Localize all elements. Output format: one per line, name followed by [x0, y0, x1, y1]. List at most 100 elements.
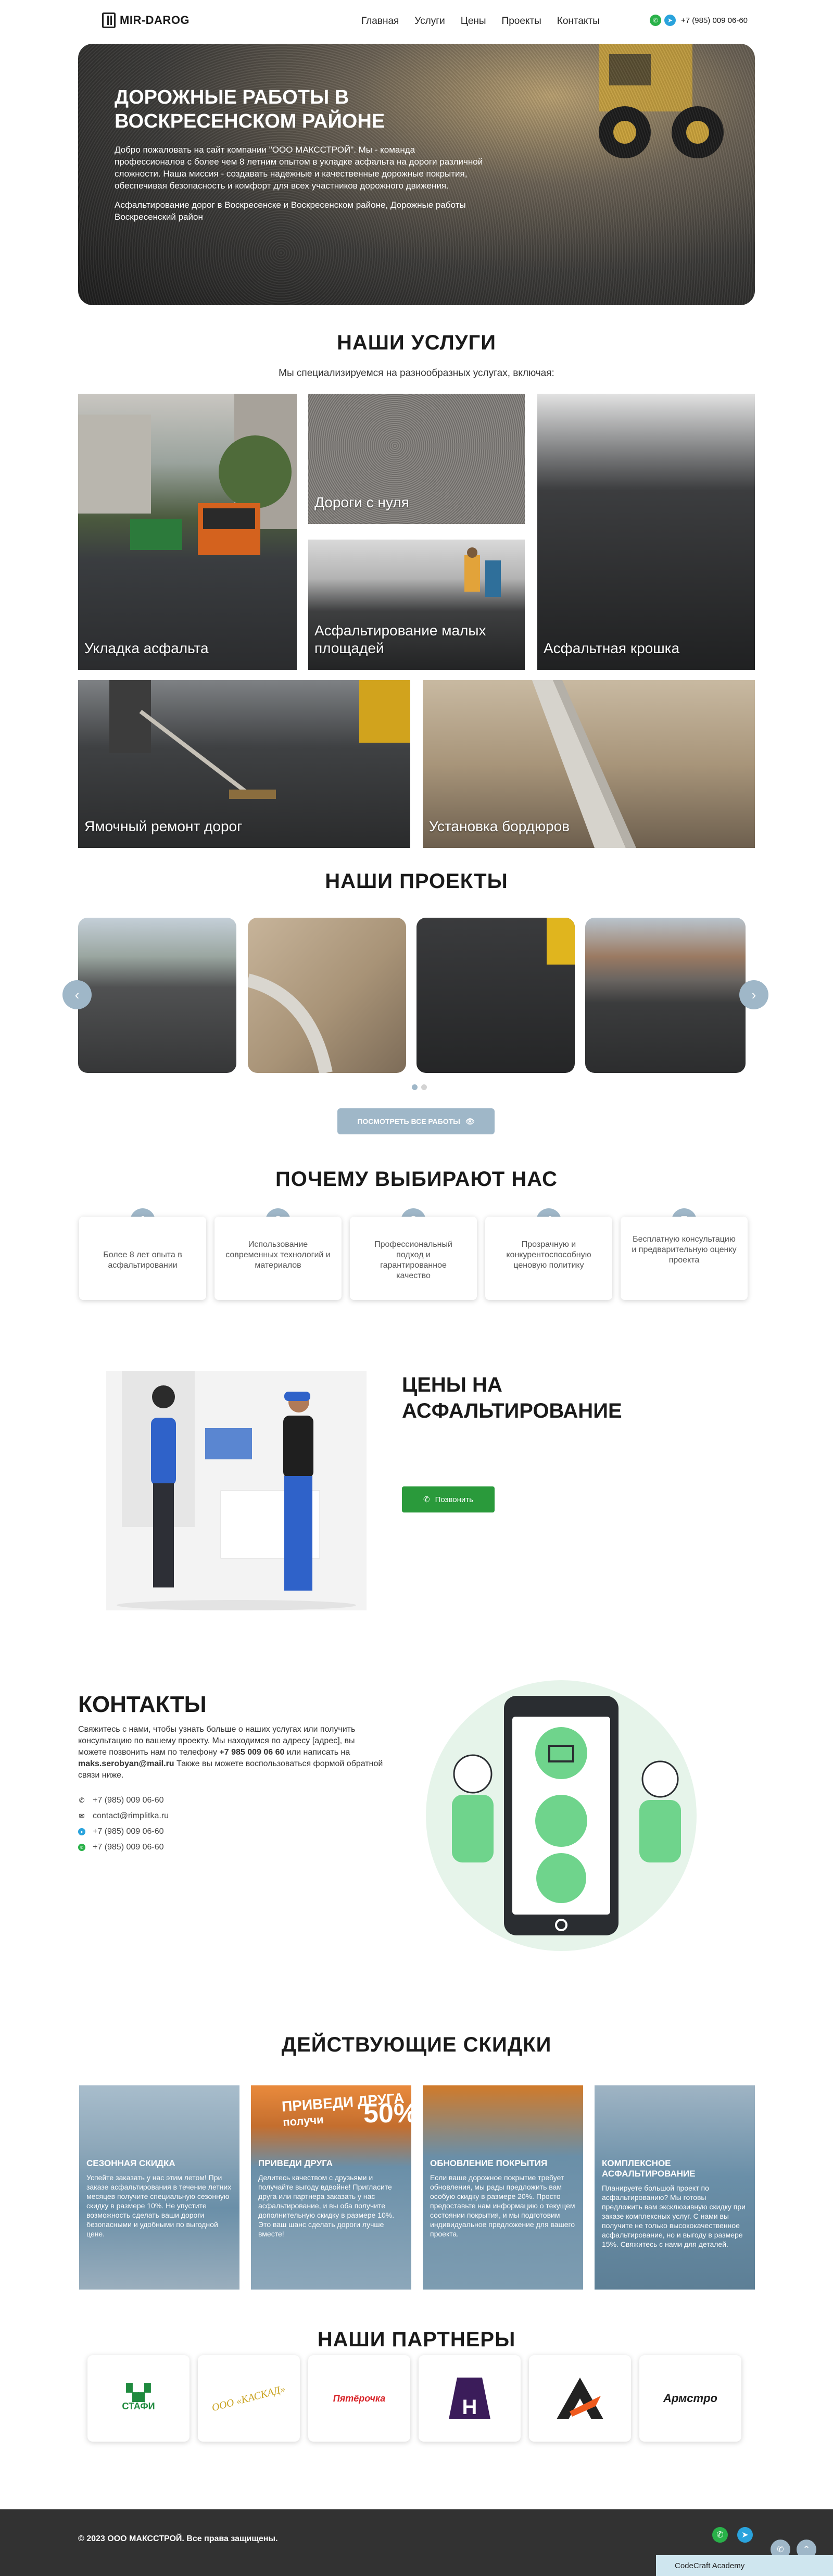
header-phone[interactable]: +7 (985) 009 06-60 [681, 16, 748, 25]
carousel-dot-active[interactable] [412, 1084, 418, 1090]
copyright-rights: Все права защищены. [186, 2534, 278, 2543]
why-text: Прозрачную и конкурентоспособную ценовую… [506, 1240, 591, 1270]
site-header: MIR-DAROG Главная Услуги Цены Проекты Ко… [0, 0, 833, 42]
partner-logo-pyaterochka[interactable]: Пятёрочка [308, 2355, 410, 2442]
discount-card-complex[interactable]: КОМПЛЕКСНОЕ АСФАЛЬТИРОВАНИЕ Планируете б… [595, 2085, 755, 2290]
discount-card-resurfacing[interactable]: ОБНОВЛЕНИЕ ПОКРЫТИЯ Если ваше дорожное п… [423, 2085, 583, 2290]
telegram-icon: ➤ [78, 1828, 85, 1835]
telegram-icon[interactable]: ➤ [664, 15, 676, 26]
contacts-text-part: или написать на [284, 1748, 350, 1757]
phone-icon: ✆ [777, 2545, 784, 2554]
discounts-title: ДЕЙСТВУЮЩИЕ СКИДКИ [281, 2033, 552, 2056]
partner-name: Армстро [663, 2392, 717, 2405]
hero-banner: ДОРОЖНЫЕ РАБОТЫ В ВОСКРЕСЕНСКОМ РАЙОНЕ Д… [78, 44, 755, 305]
why-text: Более 8 лет опыта в асфальтировании [103, 1251, 182, 1270]
service-card-pothole-repair[interactable]: Ямочный ремонт дорог [78, 680, 410, 848]
carousel-next-button[interactable]: › [739, 980, 768, 1009]
service-card-asphalt-crumb[interactable]: Асфальтная крошка [537, 394, 755, 670]
contact-email-value: contact@rimplitka.ru [93, 1811, 169, 1820]
partners-title: НАШИ ПАРТНЕРЫ [317, 2328, 516, 2351]
logo[interactable]: MIR-DAROG [102, 12, 190, 28]
carousel-prev-button[interactable]: ‹ [62, 980, 92, 1009]
discount-title: ОБНОВЛЕНИЕ ПОКРЫТИЯ [430, 2158, 548, 2168]
discount-title: ПРИВЕДИ ДРУГА [258, 2158, 333, 2168]
service-card-asphalt-laying[interactable]: Укладка асфальта [78, 394, 297, 670]
contact-whatsapp-value: +7 (985) 009 06-60 [93, 1843, 164, 1852]
service-card-small-areas[interactable]: Асфальтирование малых площадей [308, 540, 525, 670]
carousel-dot[interactable] [421, 1084, 427, 1090]
logo-icon [102, 12, 116, 28]
codecraft-badge[interactable]: CodeCraft Academy [656, 2555, 833, 2576]
partner-logo-stafi[interactable]: ▚▞ СТАФИ [87, 2355, 190, 2442]
paving-machine-image [78, 394, 297, 555]
service-label: Ямочный ремонт дорог [84, 818, 243, 834]
project-photo-4[interactable] [585, 918, 746, 1073]
why-card-consultation: Бесплатную консультацию и предварительну… [621, 1217, 748, 1300]
contacts-email-inline[interactable]: maks.serobyan@mail.ru [78, 1759, 174, 1768]
discount-banner-percent: 50% [363, 2098, 411, 2129]
nav-item-contacts[interactable]: Контакты [557, 16, 600, 27]
service-label: Асфальтная крошка [544, 640, 680, 656]
prices-title: ЦЕНЫ НА АСФАЛЬТИРОВАНИЕ [402, 1373, 622, 1422]
partner-logo-armstro[interactable]: Армстро [639, 2355, 741, 2442]
discount-text: Успейте заказать у нас этим летом! При з… [86, 2173, 232, 2238]
why-title: ПОЧЕМУ ВЫБИРАЮТ НАС [275, 1168, 558, 1191]
view-all-works-button[interactable]: ПОСМОТРЕТЬ ВСЕ РАБОТЫ 👁 [337, 1108, 495, 1134]
nav-item-projects[interactable]: Проекты [502, 16, 541, 27]
mail-icon: ✉ [79, 1812, 85, 1820]
discount-content: ОБНОВЛЕНИЕ ПОКРЫТИЯ Если ваше дорожное п… [430, 2158, 577, 2239]
nav-item-services[interactable]: Услуги [414, 16, 445, 27]
logo-text: MIR-DAROG [120, 14, 190, 27]
roller-photo [547, 918, 575, 965]
eye-icon: 👁 [465, 1117, 475, 1126]
discount-text: Планируете большой проект по асфальтиров… [602, 2184, 746, 2248]
chevron-right-icon: › [751, 986, 756, 1003]
main-nav: Главная Услуги Цены Проекты Контакты [361, 16, 600, 27]
contacts-title: КОНТАКТЫ [78, 1692, 207, 1717]
contact-phone-illustration [426, 1680, 697, 1951]
partner-name: Пятёрочка [333, 2393, 386, 2404]
partner-logo-a[interactable] [529, 2355, 631, 2442]
project-photo-3[interactable] [416, 918, 575, 1073]
whatsapp-icon[interactable]: ✆ [650, 15, 661, 26]
stafi-logo: ▚▞ СТАФИ [122, 2384, 155, 2411]
contact-telegram[interactable]: ➤ +7 (985) 009 06-60 [78, 1827, 164, 1836]
service-label: Асфальтирование малых площадей [314, 622, 486, 656]
discount-text: Делитесь качеством с друзьями и получайт… [258, 2173, 395, 2238]
contact-whatsapp[interactable]: ✆ +7 (985) 009 06-60 [78, 1843, 164, 1852]
projects-title: НАШИ ПРОЕКТЫ [325, 870, 508, 893]
discount-card-refer-friend[interactable]: ПРИВЕДИ ДРУГА получи 50% ПРИВЕДИ ДРУГА Д… [251, 2085, 411, 2290]
contact-phone[interactable]: ✆ +7 (985) 009 06-60 [78, 1796, 164, 1805]
hero-content: ДОРОЖНЫЕ РАБОТЫ В ВОСКРЕСЕНСКОМ РАЙОНЕ Д… [115, 85, 484, 223]
whatsapp-icon[interactable]: ✆ [712, 2527, 728, 2543]
partner-name: ООО «КАСКАД» [210, 2383, 287, 2414]
contact-email[interactable]: ✉ contact@rimplitka.ru [78, 1811, 169, 1821]
project-photo-2[interactable] [248, 918, 406, 1073]
call-button[interactable]: ✆ Позвонить [402, 1486, 495, 1512]
why-card-technology: Использование современных технологий и м… [214, 1217, 342, 1300]
project-photo-1[interactable] [78, 918, 236, 1073]
contact-telegram-value: +7 (985) 009 06-60 [93, 1827, 164, 1836]
nav-item-prices[interactable]: Цены [461, 16, 486, 27]
partner-logo-h[interactable]: H [419, 2355, 521, 2442]
why-card-quality: Профессиональный подход и гарантированно… [350, 1217, 477, 1300]
discount-content: КОМПЛЕКСНОЕ АСФАЛЬТИРОВАНИЕ Планируете б… [602, 2158, 749, 2249]
discount-card-seasonal[interactable]: СЕЗОННАЯ СКИДКА Успейте заказать у нас э… [79, 2085, 239, 2290]
phone-icon: ✆ [79, 1796, 85, 1804]
delivery-illustration [106, 1371, 367, 1610]
why-card-pricing: Прозрачную и конкурентоспособную ценовую… [485, 1217, 612, 1300]
service-card-roads-from-scratch[interactable]: Дороги с нуля [308, 394, 525, 524]
discount-title: КОМПЛЕКСНОЕ АСФАЛЬТИРОВАНИЕ [602, 2158, 696, 2179]
telegram-icon[interactable]: ➤ [737, 2527, 753, 2543]
contacts-phone-inline[interactable]: +7 985 009 06 60 [219, 1748, 284, 1757]
partner-logo-kaskad[interactable]: ООО «КАСКАД» [198, 2355, 300, 2442]
partner-a-mark [557, 2378, 603, 2419]
header-contacts: ✆ ➤ +7 (985) 009 06-60 [650, 15, 748, 26]
service-card-curb-installation[interactable]: Установка бордюров [423, 680, 755, 848]
copyright-text: © 2023 ООО МАКССТРОЙ. [78, 2534, 187, 2543]
nav-item-home[interactable]: Главная [361, 16, 399, 27]
why-text: Бесплатную консультацию и предварительну… [632, 1235, 737, 1265]
loader-machine-image [599, 44, 724, 158]
service-label: Укладка асфальта [84, 640, 209, 656]
contact-phone-value: +7 (985) 009 06-60 [93, 1796, 164, 1805]
